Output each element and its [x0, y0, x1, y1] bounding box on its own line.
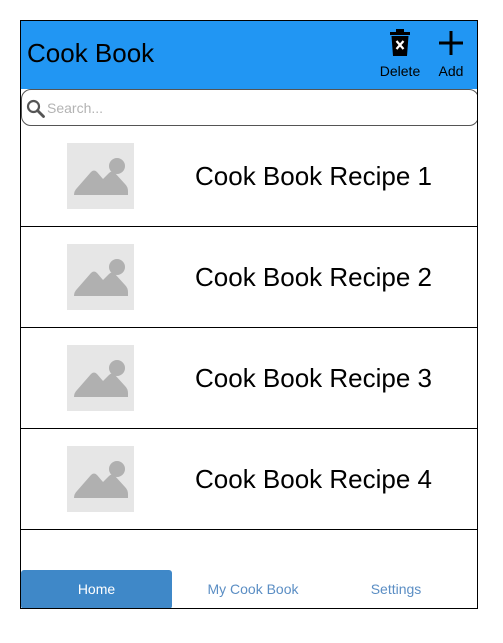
- recipe-title: Cook Book Recipe 1: [195, 161, 433, 191]
- recipe-title: Cook Book Recipe 4: [195, 464, 433, 494]
- recipe-title: Cook Book Recipe 2: [195, 262, 433, 292]
- search-icon: [26, 99, 46, 119]
- app-title: Cook Book: [27, 38, 155, 68]
- recipe-row[interactable]: Cook Book Recipe 3: [21, 328, 477, 429]
- recipe-row[interactable]: Cook Book Recipe 2: [21, 227, 477, 328]
- recipe-list: Cook Book Recipe 1 Cook Book Recipe 2 Co…: [21, 126, 477, 530]
- add-button[interactable]: Add: [426, 29, 476, 79]
- tab-settings[interactable]: Settings: [321, 570, 471, 608]
- image-placeholder-icon: [67, 345, 134, 411]
- image-placeholder-icon: [67, 143, 134, 209]
- trash-icon: [375, 29, 425, 59]
- image-placeholder-icon: [67, 446, 134, 512]
- recipe-row[interactable]: Cook Book Recipe 4: [21, 429, 477, 530]
- delete-label: Delete: [379, 63, 421, 79]
- search-bar[interactable]: [21, 89, 477, 126]
- search-input[interactable]: [47, 95, 467, 121]
- tab-my-cook-book[interactable]: My Cook Book: [178, 570, 328, 608]
- add-label: Add: [438, 63, 464, 79]
- image-placeholder-icon: [67, 244, 134, 310]
- bottom-nav: Home My Cook Book Settings: [21, 570, 477, 608]
- plus-icon: [426, 29, 476, 59]
- tab-home[interactable]: Home: [21, 570, 172, 608]
- recipe-title: Cook Book Recipe 3: [195, 363, 433, 393]
- app-header: Cook Book Delete Add: [21, 21, 477, 89]
- delete-button[interactable]: Delete: [375, 29, 425, 79]
- recipe-row[interactable]: Cook Book Recipe 1: [21, 126, 477, 227]
- app-frame: Cook Book Delete Add Search... Cook Book…: [20, 20, 478, 609]
